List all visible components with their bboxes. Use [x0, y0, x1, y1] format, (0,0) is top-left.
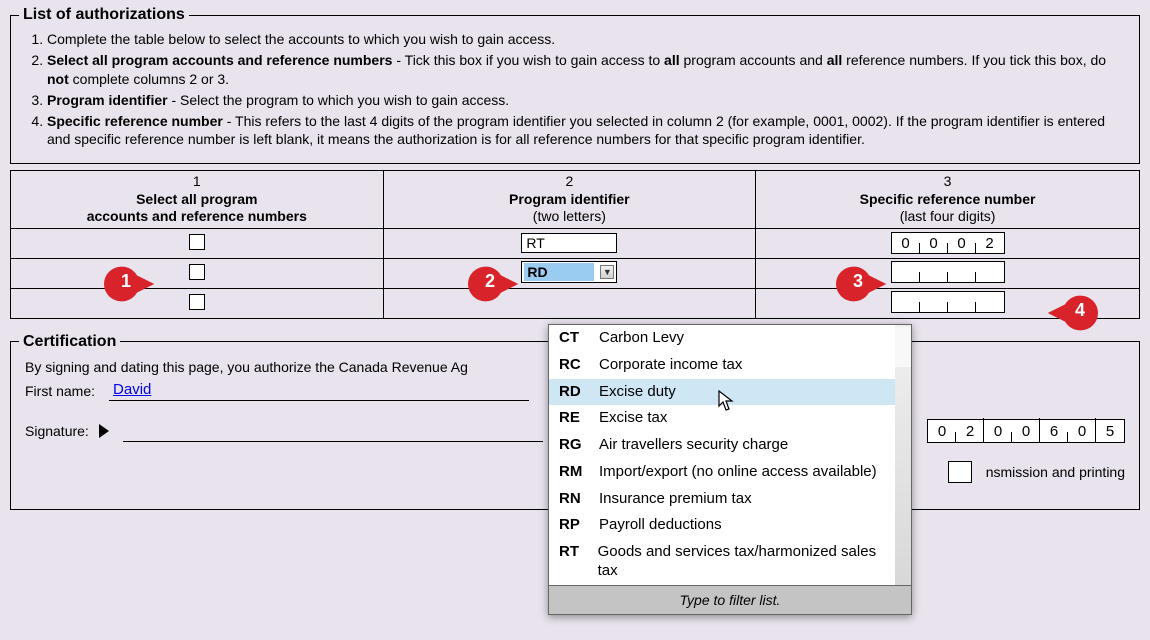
dropdown-item-code: RD — [559, 383, 587, 402]
col1-header: 1 Select all program accounts and refere… — [11, 171, 384, 229]
dropdown-item-rp[interactable]: RP Payroll deductions — [549, 512, 895, 539]
date-field[interactable]: 0 2 0 0 6 0 5 — [927, 419, 1125, 443]
dropdown-item-label: Air travellers security charge — [599, 436, 788, 455]
first-name-label: First name: — [25, 383, 95, 399]
table-row — [11, 288, 1140, 318]
dropdown-item-rd[interactable]: RD Excise duty — [549, 379, 895, 406]
authorizations-fieldset: List of authorizations Complete the tabl… — [10, 6, 1140, 164]
table-row: RD ▼ — [11, 258, 1140, 288]
dropdown-item-code: RN — [559, 490, 587, 509]
instruction-2: Select all program accounts and referenc… — [47, 51, 1131, 89]
dropdown-item-rn[interactable]: RN Insurance premium tax — [549, 486, 895, 513]
program-identifier-dropdown[interactable]: CT Carbon Levy RC Corporate income tax RD Exc… — [548, 324, 912, 615]
certification-legend: Certification — [19, 333, 120, 351]
accounts-table: 1 Select all program accounts and refere… — [10, 170, 1140, 319]
program-identifier-combobox[interactable]: RD ▼ — [521, 261, 617, 283]
dropdown-item-code: RP — [559, 516, 587, 535]
dropdown-item-code: RG — [559, 436, 587, 455]
instruction-list: Complete the table below to select the a… — [47, 30, 1131, 149]
scrollbar[interactable] — [895, 327, 911, 367]
dropdown-item-label: Import/export (no online access availabl… — [599, 463, 877, 482]
play-icon — [99, 424, 109, 438]
select-all-checkbox[interactable] — [189, 294, 205, 310]
dropdown-item-rg[interactable]: RG Air travellers security charge — [549, 432, 895, 459]
dropdown-item-code: RT — [559, 543, 586, 562]
reference-number-input[interactable]: 0 0 0 2 — [891, 232, 1005, 254]
dropdown-filter-hint: Type to filter list. — [549, 585, 911, 614]
dropdown-item-re[interactable]: RE Excise tax — [549, 405, 895, 432]
instruction-4: Specific reference number - This refers … — [47, 112, 1131, 150]
dropdown-item-code: RC — [559, 356, 587, 375]
chevron-down-icon[interactable]: ▼ — [600, 265, 614, 279]
dropdown-item-label: Insurance premium tax — [599, 490, 752, 509]
first-name-field[interactable]: David — [109, 381, 529, 401]
program-identifier-input[interactable]: RT — [521, 233, 617, 253]
dropdown-item-rm[interactable]: RM Import/export (no online access availa… — [549, 459, 895, 486]
dropdown-item-label: Excise tax — [599, 409, 667, 428]
dropdown-item-label: Payroll deductions — [599, 516, 722, 535]
dropdown-item-rc[interactable]: RC Corporate income tax — [549, 352, 895, 379]
dropdown-item-rt[interactable]: RT Goods and services tax/harmonized sale… — [549, 539, 895, 585]
combobox-selected-value: RD — [524, 263, 594, 281]
dropdown-item-label: Excise duty — [599, 383, 676, 402]
dropdown-item-code: CT — [559, 329, 587, 348]
program-identifier-input[interactable] — [521, 292, 617, 312]
instruction-1: Complete the table below to select the a… — [47, 30, 1131, 49]
authorizations-legend: List of authorizations — [19, 6, 189, 24]
transmission-option-box[interactable] — [948, 461, 972, 483]
dropdown-item-ct[interactable]: CT Carbon Levy — [549, 325, 895, 352]
signature-field[interactable] — [123, 420, 543, 442]
dropdown-item-code: RE — [559, 409, 587, 428]
dropdown-item-label: Carbon Levy — [599, 329, 684, 348]
instruction-3: Program identifier - Select the program … — [47, 91, 1131, 110]
reference-number-input[interactable] — [891, 261, 1005, 283]
dropdown-item-code: RM — [559, 463, 587, 482]
signature-label: Signature: — [25, 423, 89, 439]
table-row: RT 0 0 0 2 — [11, 228, 1140, 258]
select-all-checkbox[interactable] — [189, 234, 205, 250]
reference-number-input[interactable] — [891, 291, 1005, 313]
col2-header: 2 Program identifier (two letters) — [383, 171, 756, 229]
select-all-checkbox[interactable] — [189, 264, 205, 280]
col3-header: 3 Specific reference number (last four d… — [756, 171, 1140, 229]
transmission-tail-text: nsmission and printing — [986, 464, 1125, 480]
dropdown-item-label: Corporate income tax — [599, 356, 742, 375]
dropdown-item-label: Goods and services tax/harmonized sales … — [598, 543, 885, 581]
